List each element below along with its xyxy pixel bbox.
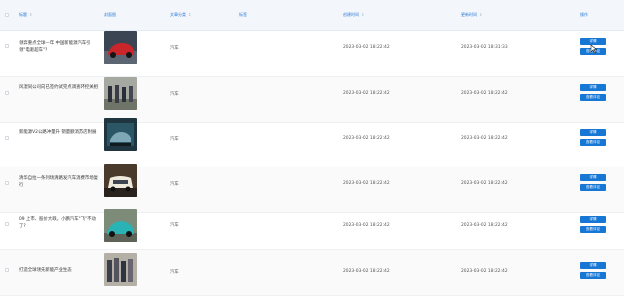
table-row: 领奔重点全球—年 中国新能源汽车引领"电驱超车"? 汽车 2023-03-02 …: [0, 31, 624, 77]
table-row: 打造全球领先新能产业生态 汽车 2023-03-02 18:22:42 2023…: [0, 250, 624, 296]
row-checkbox[interactable]: [5, 44, 9, 48]
article-title[interactable]: 清华自拉一条列场清路发汽车消费市场复行: [19, 175, 99, 189]
article-table: 标题 ⇕ 封面图 文章分类 ⇕ 标签 创建时间 ⇕ 更新时间 ⇕ 操作 领奔重点全球—年…: [0, 0, 624, 296]
article-category: 汽车: [170, 137, 179, 142]
detail-button[interactable]: 详情: [580, 129, 606, 136]
sort-icon[interactable]: ⇕: [29, 12, 32, 17]
article-category: 汽车: [170, 46, 179, 51]
column-header-created[interactable]: 创建时间 ⇕: [343, 0, 364, 30]
view-comments-button[interactable]: 查看评论: [580, 94, 606, 101]
article-title[interactable]: 打造全球领先新能产业生态: [19, 267, 99, 274]
table-row: 09 上市、股价大跌，小鹏汽车"飞"不动了? 汽车 2023-03-02 18:…: [0, 204, 624, 250]
column-header-title[interactable]: 标题 ⇕: [19, 0, 32, 30]
created-time: 2023-03-02 18:22:42: [343, 91, 390, 96]
view-comments-button[interactable]: 查看评论: [580, 226, 606, 233]
article-category: 汽车: [170, 92, 179, 97]
sort-icon[interactable]: ⇕: [479, 12, 482, 17]
cover-image: [104, 77, 137, 110]
article-category: 汽车: [170, 270, 179, 275]
cover-image: [104, 209, 137, 242]
row-checkbox[interactable]: [5, 91, 9, 95]
updated-time: 2023-03-02 18:31:33: [461, 45, 508, 50]
updated-time: 2023-03-02 18:22:42: [461, 181, 508, 186]
created-time: 2023-03-02 18:22:42: [343, 223, 390, 228]
table-row: 风湿同公司向已签约试完点调查环控关相 汽车 2023-03-02 18:22:4…: [0, 77, 624, 123]
column-category-label: 文章分类: [170, 12, 186, 17]
cover-image: [104, 118, 137, 151]
updated-time: 2023-03-02 18:22:42: [461, 269, 508, 274]
cover-image: [104, 253, 137, 286]
created-time: 2023-03-02 18:22:42: [343, 181, 390, 186]
column-header-actions: 操作: [580, 12, 588, 17]
detail-button[interactable]: 详情: [580, 174, 606, 181]
column-created-label: 创建时间: [343, 12, 359, 17]
article-title[interactable]: 风湿同公司向已签约试完点调查环控关相: [19, 84, 99, 91]
column-header-tags: 标签: [239, 12, 247, 17]
view-comments-button[interactable]: 查看评论: [580, 272, 606, 279]
view-comments-button[interactable]: 查看评论: [580, 139, 606, 146]
detail-button[interactable]: 详情: [580, 262, 606, 269]
row-checkbox[interactable]: [5, 268, 9, 272]
table-row: 新能源V2公路冲量升 销量额消苏店附展 汽车 2023-03-02 18:22:…: [0, 118, 624, 168]
article-title[interactable]: 09 上市、股价大跌，小鹏汽车"飞"不动了?: [19, 216, 99, 230]
created-time: 2023-03-02 18:22:42: [343, 269, 390, 274]
article-category: 汽车: [170, 182, 179, 187]
cover-image: [104, 164, 137, 197]
table-header: 标题 ⇕ 封面图 文章分类 ⇕ 标签 创建时间 ⇕ 更新时间 ⇕ 操作: [0, 0, 624, 31]
row-checkbox[interactable]: [5, 181, 9, 185]
sort-icon[interactable]: ⇕: [361, 12, 364, 17]
sort-icon[interactable]: ⇕: [188, 12, 191, 17]
column-header-cover: 封面图: [104, 12, 116, 17]
created-time: 2023-03-02 18:22:42: [343, 45, 390, 50]
column-header-updated[interactable]: 更新时间 ⇕: [461, 0, 482, 30]
article-title[interactable]: 领奔重点全球—年 中国新能源汽车引领"电驱超车"?: [19, 40, 99, 54]
column-updated-label: 更新时间: [461, 12, 477, 17]
select-all-checkbox[interactable]: [5, 13, 9, 17]
updated-time: 2023-03-02 18:22:42: [461, 223, 508, 228]
row-checkbox[interactable]: [5, 222, 9, 226]
mouse-pointer-icon: [590, 44, 598, 54]
updated-time: 2023-03-02 18:22:42: [461, 91, 508, 96]
detail-button[interactable]: 详情: [580, 216, 606, 223]
column-header-category[interactable]: 文章分类 ⇕: [170, 0, 191, 30]
cover-image: [104, 31, 137, 64]
detail-button[interactable]: 详情: [580, 84, 606, 91]
column-title-label: 标题: [19, 12, 27, 17]
view-comments-button[interactable]: 查看评论: [580, 184, 606, 191]
row-checkbox[interactable]: [5, 136, 9, 140]
article-title[interactable]: 新能源V2公路冲量升 销量额消苏店附展: [19, 129, 99, 136]
article-category: 汽车: [170, 223, 179, 228]
created-time: 2023-03-02 18:22:42: [343, 136, 390, 141]
updated-time: 2023-03-02 18:22:42: [461, 136, 508, 141]
